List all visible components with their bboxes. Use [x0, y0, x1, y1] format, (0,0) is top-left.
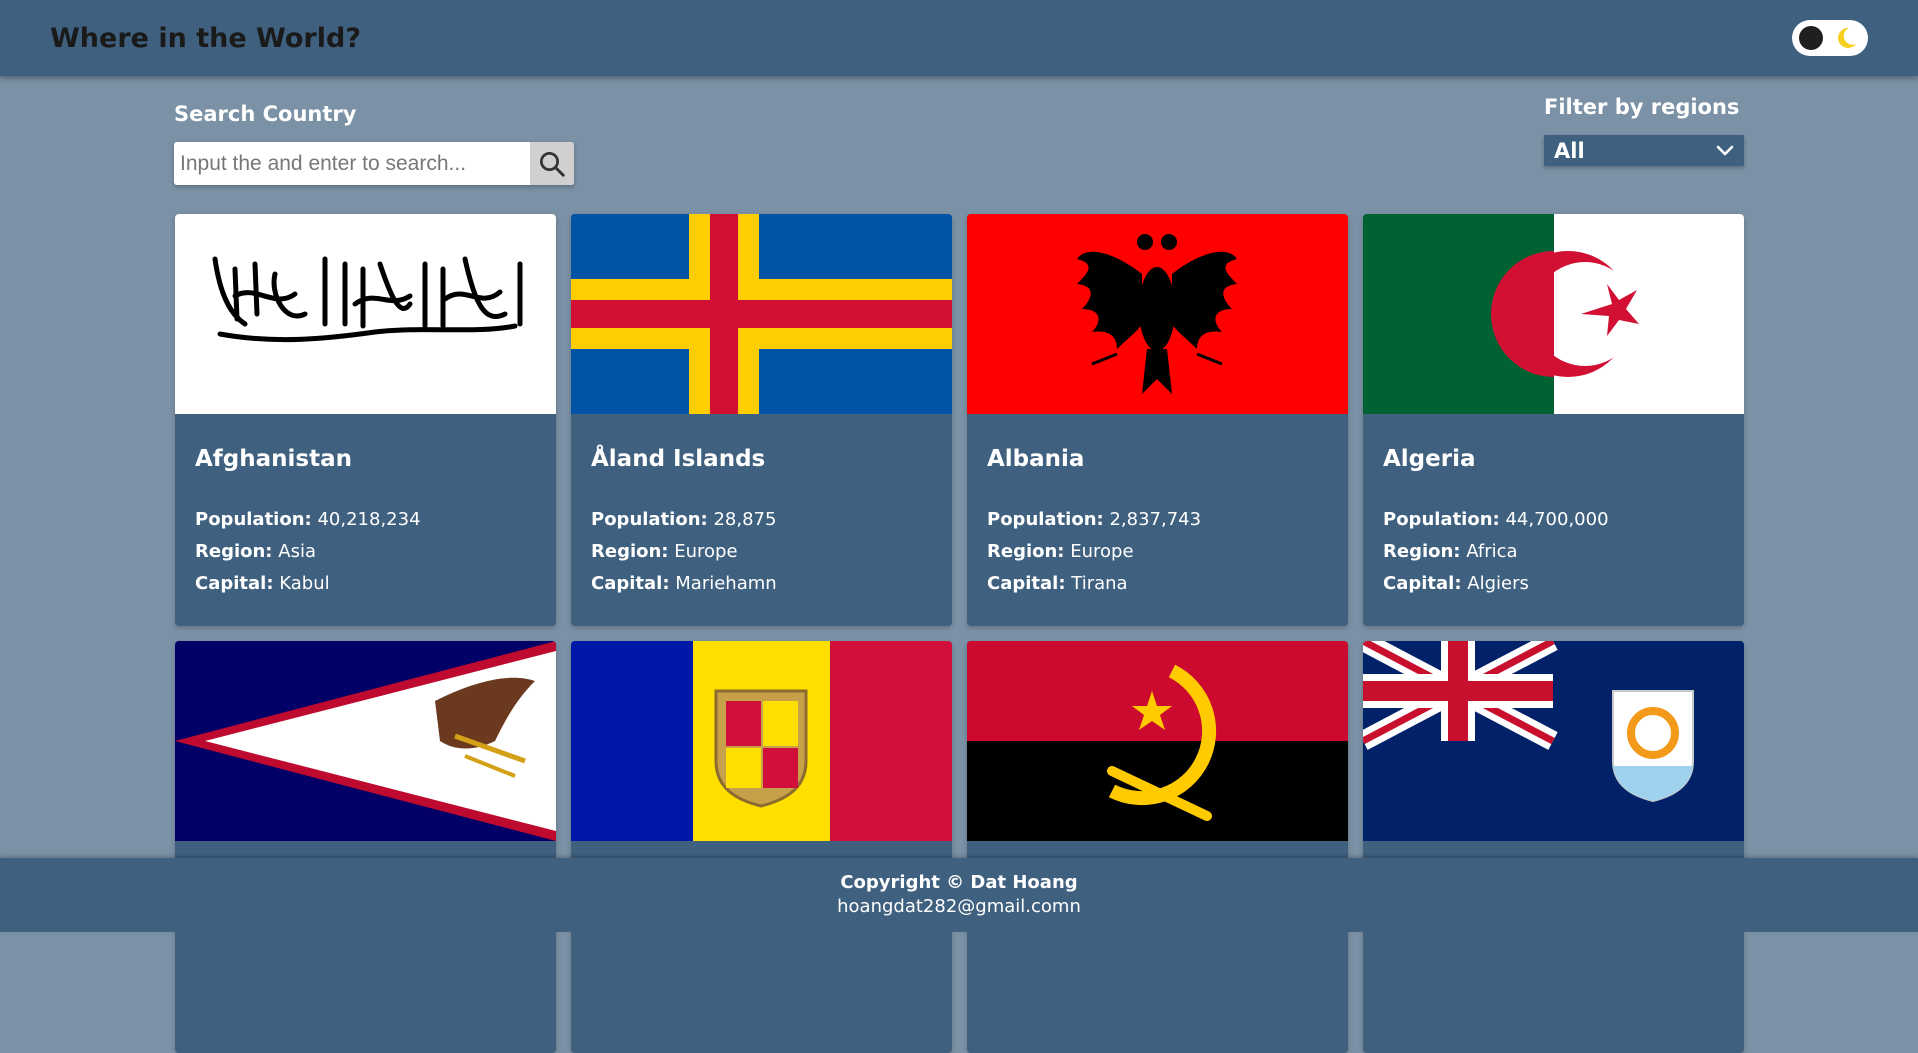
region-label: Region:: [195, 541, 273, 562]
capital-label: Capital:: [987, 573, 1066, 594]
population-value: 28,875: [713, 509, 777, 530]
contact-email: hoangdat282@gmail.comn: [837, 896, 1081, 917]
footer: Copyright © Dat Hoang hoangdat282@gmail.…: [0, 858, 1918, 932]
country-card[interactable]: [571, 641, 952, 1053]
capital-value: Mariehamn: [675, 573, 777, 594]
anguilla-flag-image: [1363, 641, 1744, 841]
population-line: Population: 44,700,000: [1383, 504, 1724, 536]
region-line: Region: Africa: [1383, 536, 1724, 568]
region-line: Region: Asia: [195, 536, 536, 568]
capital-label: Capital:: [591, 573, 670, 594]
toggle-knob: [1799, 26, 1823, 50]
capital-line: Capital: Mariehamn: [591, 568, 932, 600]
aland-flag-image: [571, 214, 952, 414]
region-label: Region:: [987, 541, 1065, 562]
country-name: Afghanistan: [195, 446, 353, 472]
filter-selected-value: All: [1554, 138, 1585, 163]
region-line: Region: Europe: [591, 536, 932, 568]
capital-line: Capital: Kabul: [195, 568, 536, 600]
country-name: Åland Islands: [591, 446, 766, 472]
country-card[interactable]: Afghanistan Population: 40,218,234 Regio…: [175, 214, 556, 626]
region-value: Asia: [278, 541, 316, 562]
search-icon: [540, 151, 565, 177]
population-label: Population:: [591, 509, 708, 530]
andorra-flag-image: [571, 641, 952, 841]
region-value: Europe: [674, 541, 738, 562]
capital-line: Capital: Algiers: [1383, 568, 1724, 600]
country-name: Albania: [987, 446, 1085, 472]
country-card[interactable]: Algeria Population: 44,700,000 Region: A…: [1363, 214, 1744, 626]
population-value: 2,837,743: [1109, 509, 1202, 530]
population-line: Population: 2,837,743: [987, 504, 1328, 536]
capital-label: Capital:: [195, 573, 274, 594]
algeria-flag-image: [1363, 214, 1744, 414]
controls: Search Country Filter by regions All: [174, 95, 1744, 190]
country-card[interactable]: Åland Islands Population: 28,875 Region:…: [571, 214, 952, 626]
country-card[interactable]: [967, 641, 1348, 1053]
moon-icon: [1838, 27, 1856, 48]
region-filter-select[interactable]: All: [1544, 135, 1744, 166]
search-label: Search Country: [174, 102, 357, 126]
capital-label: Capital:: [1383, 573, 1462, 594]
copyright-text: Copyright © Dat Hoang: [840, 872, 1078, 893]
population-label: Population:: [195, 509, 312, 530]
capital-value: Tirana: [1071, 573, 1128, 594]
card-body: Åland Islands Population: 28,875 Region:…: [571, 414, 952, 600]
capital-value: Kabul: [279, 573, 330, 594]
filter-label: Filter by regions: [1544, 95, 1740, 119]
card-body: Afghanistan Population: 40,218,234 Regio…: [175, 414, 556, 600]
population-value: 40,218,234: [317, 509, 421, 530]
angola-flag-image: [967, 641, 1348, 841]
region-label: Region:: [1383, 541, 1461, 562]
region-label: Region:: [591, 541, 669, 562]
app-header: Where in the World?: [0, 0, 1918, 76]
region-line: Region: Europe: [987, 536, 1328, 568]
country-card[interactable]: [1363, 641, 1744, 1053]
card-body: Albania Population: 2,837,743 Region: Eu…: [967, 414, 1348, 600]
capital-value: Algiers: [1467, 573, 1529, 594]
population-label: Population:: [1383, 509, 1500, 530]
capital-line: Capital: Tirana: [987, 568, 1328, 600]
population-value: 44,700,000: [1505, 509, 1609, 530]
search-button[interactable]: [530, 142, 574, 185]
card-body: Algeria Population: 44,700,000 Region: A…: [1363, 414, 1744, 600]
american-samoa-flag-image: [175, 641, 556, 841]
search-box: [174, 142, 574, 185]
population-line: Population: 40,218,234: [195, 504, 536, 536]
country-card[interactable]: Albania Population: 2,837,743 Region: Eu…: [967, 214, 1348, 626]
afghanistan-flag-image: [175, 214, 556, 414]
albania-flag-image: [967, 214, 1348, 414]
population-label: Population:: [987, 509, 1104, 530]
app-title: Where in the World?: [50, 22, 361, 54]
region-value: Africa: [1466, 541, 1518, 562]
country-name: Algeria: [1383, 446, 1476, 472]
population-line: Population: 28,875: [591, 504, 932, 536]
theme-toggle[interactable]: [1792, 20, 1868, 56]
country-card[interactable]: [175, 641, 556, 1053]
chevron-down-icon: [1716, 145, 1734, 155]
search-input[interactable]: [174, 142, 530, 185]
region-value: Europe: [1070, 541, 1134, 562]
